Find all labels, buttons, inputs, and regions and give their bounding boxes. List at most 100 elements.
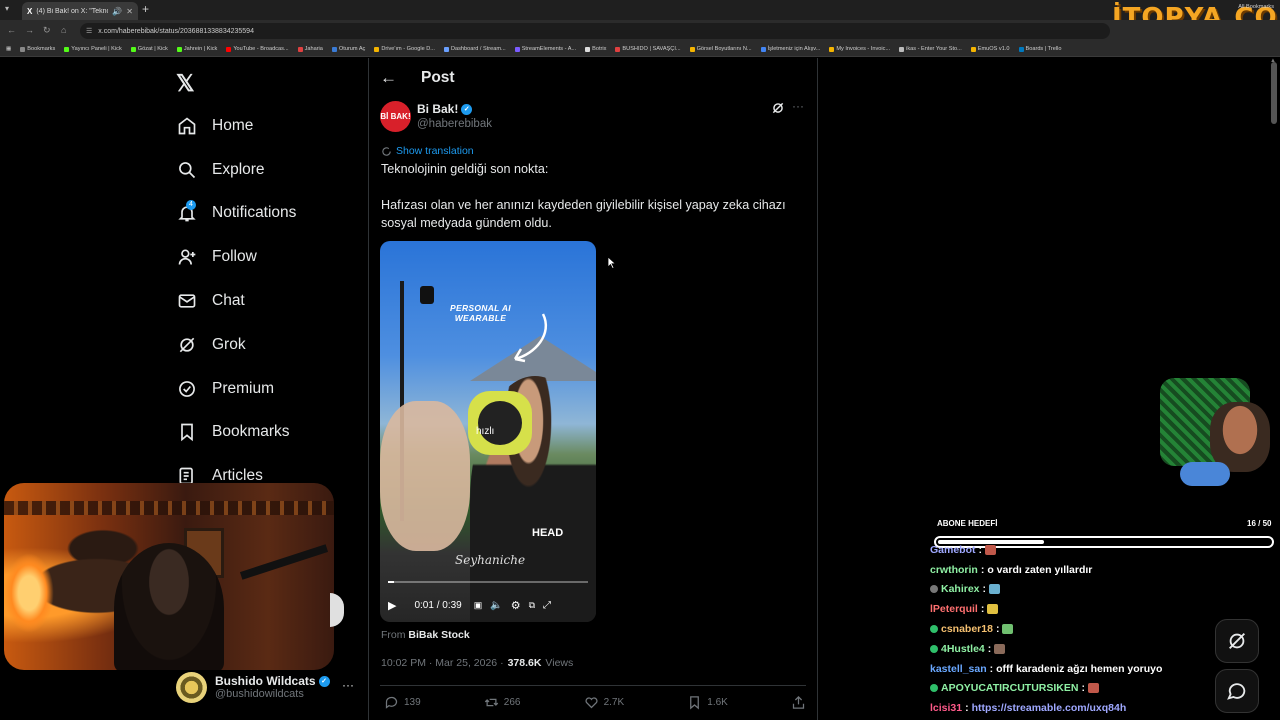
bookmark-label: Gözat | Kick	[137, 46, 168, 52]
bookmark-label: YouTube - Broadcas...	[233, 46, 289, 52]
page-scrollbar-thumb[interactable]	[1271, 62, 1277, 124]
nav-follow[interactable]: Follow	[176, 235, 296, 279]
like-button[interactable]: 2.7K	[584, 695, 624, 710]
back-arrow-icon[interactable]: ←	[380, 68, 397, 88]
bookmark-label: EmuOS v1.0	[977, 46, 1010, 52]
nav-grok[interactable]: Grok	[176, 323, 296, 367]
chat-username[interactable]: Kahirex	[941, 583, 980, 595]
bookmark-item[interactable]: Jaharia	[297, 46, 323, 52]
bookmark-item[interactable]: İşletmeniz için Alışv...	[760, 46, 820, 52]
from-source-link[interactable]: BiBak Stock	[408, 629, 469, 641]
bookmark-item[interactable]: Jahrein | Kick	[176, 46, 217, 52]
video-player[interactable]: PERSONAL AI WEARABLE hızlı HEAD Seyhanic…	[380, 241, 596, 622]
chat-username[interactable]: 4Hustle4	[941, 643, 985, 655]
author-name-row[interactable]: Bi Bak! ✓	[417, 102, 473, 116]
verified-icon	[176, 378, 198, 400]
close-tab-icon[interactable]: ✕	[126, 7, 133, 16]
bookmark-item[interactable]: Yayıncı Paneli | Kick	[64, 46, 122, 52]
messages-fab-button[interactable]	[1215, 669, 1259, 713]
play-icon[interactable]: ▶	[388, 599, 396, 612]
home-icon	[176, 115, 198, 137]
back-arrow-icon[interactable]: ←	[7, 25, 16, 35]
bookmark-label: Oturum Aç	[338, 46, 366, 52]
bookmark-item[interactable]: EmuOS v1.0	[970, 46, 1010, 52]
nav-label: Follow	[212, 248, 257, 266]
bookmark-favicon-icon	[176, 46, 182, 52]
bookmark-item[interactable]: Oturum Aç	[331, 46, 366, 52]
verified-badge-icon: ✓	[461, 103, 473, 115]
bookmark-item[interactable]: BUSHIDO | SAVAŞÇI...	[615, 46, 681, 52]
volume-icon[interactable]: 🔈	[490, 600, 502, 611]
bookmark-item[interactable]: Bookmarks	[20, 46, 55, 52]
more-icon[interactable]: ···	[792, 99, 804, 113]
nav-explore[interactable]: Explore	[176, 148, 296, 192]
chat-username[interactable]: csnaber18	[941, 623, 993, 635]
reload-icon[interactable]: ↻	[43, 25, 51, 36]
tab-search-chevron-icon[interactable]: ▾	[5, 4, 9, 13]
chat-link[interactable]: https://streamable.com/uxq84h	[972, 702, 1127, 714]
author-avatar[interactable]: Bİ BAK!	[380, 101, 411, 132]
all-bookmarks-link[interactable]: All Bookmarks	[1238, 4, 1274, 10]
bookmark-item[interactable]: YouTube - Broadcas...	[226, 46, 289, 52]
bookmark-item[interactable]: Boards | Trello	[1018, 46, 1061, 52]
nav-chat[interactable]: Chat	[176, 279, 296, 323]
bookmark-item[interactable]: ikas - Enter Your Sto...	[899, 46, 962, 52]
captions-icon[interactable]: ▣	[474, 600, 483, 611]
video-progress-bar[interactable]	[388, 581, 588, 583]
chat-username[interactable]: kastell_san	[930, 663, 987, 675]
post-timestamp[interactable]: 10:02 PM · Mar 25, 2026 ·	[381, 657, 504, 669]
bookmark-label: My Invoices - Invoic...	[836, 46, 891, 52]
bookmark-item[interactable]: Dashboard / Stream...	[443, 46, 506, 52]
bookmark-favicon-icon	[829, 46, 835, 52]
share-icon	[792, 695, 805, 709]
grok-icon[interactable]	[771, 101, 785, 120]
url-field[interactable]: ☰ x.com/haberebibak/status/2036881338834…	[80, 23, 1110, 39]
reply-button[interactable]: 139	[384, 695, 421, 710]
share-button[interactable]	[791, 695, 806, 710]
nav-home[interactable]: Home	[176, 104, 296, 148]
bookmark-favicon-icon	[585, 46, 591, 52]
nav-notifications[interactable]: 4 Notifications	[176, 192, 296, 236]
bookmark-item[interactable]: StreamElements - A...	[514, 46, 576, 52]
bookmark-item[interactable]: Görsel Boyutlarını N...	[689, 46, 752, 52]
repost-button[interactable]: 266	[484, 695, 520, 710]
author-handle[interactable]: @haberebibak	[417, 118, 492, 130]
home-browser-icon[interactable]: ⌂	[61, 25, 66, 35]
bookmark-item[interactable]: Gözat | Kick	[130, 46, 168, 52]
speaker-icon[interactable]: 🔊	[112, 7, 122, 16]
account-handle: @bushidowildcats	[215, 688, 304, 700]
x-logo-icon[interactable]: 𝕏	[176, 70, 195, 97]
bookmark-item[interactable]: My Invoices - Invoic...	[829, 46, 890, 52]
site-info-icon[interactable]: ☰	[86, 27, 92, 35]
bookmark-item[interactable]: Botrix	[585, 46, 606, 52]
chat-separator: :	[989, 662, 994, 675]
bookmark-favicon-icon	[226, 46, 232, 52]
bookmark-label: Bookmarks	[27, 46, 56, 52]
account-switcher[interactable]: Bushido Wildcats ✓ @bushidowildcats ···	[176, 670, 356, 704]
chat-username[interactable]: APOYUCATIRCUTURSIKEN	[941, 682, 1078, 694]
chat-username[interactable]: lPeterquil	[930, 603, 978, 615]
settings-gear-icon[interactable]: ⚙	[511, 599, 521, 612]
chat-username[interactable]: lcisi31	[930, 702, 962, 714]
chat-username[interactable]: crwthorin	[930, 564, 978, 576]
fullscreen-icon[interactable]: ⤢	[543, 600, 551, 611]
new-tab-button[interactable]: +	[142, 2, 149, 16]
chat-username[interactable]: Gamebot	[930, 544, 976, 556]
browser-tab-active[interactable]: X (4) Bi Bak! on X: "Teknoloji... 🔊 ✕	[22, 2, 138, 20]
bookmark-label: Görsel Boyutlarını N...	[696, 46, 752, 52]
apps-grid-icon[interactable]: ▦	[6, 46, 11, 52]
show-translation-link[interactable]: Show translation	[381, 145, 474, 157]
column-divider-left	[368, 58, 369, 720]
more-icon[interactable]: ···	[342, 678, 354, 692]
grok-fab-button[interactable]	[1215, 619, 1259, 663]
pip-icon[interactable]: ⧉	[529, 600, 535, 611]
post-header: ← Post	[380, 68, 455, 88]
bookmark-item[interactable]: Drive'ım - Google D...	[374, 46, 435, 52]
search-icon	[176, 159, 198, 181]
grok-icon	[1229, 633, 1245, 649]
nav-premium[interactable]: Premium	[176, 367, 296, 411]
bookmark-button[interactable]: 1.6K	[687, 695, 728, 710]
forward-arrow-icon[interactable]: →	[25, 25, 34, 35]
notification-count-badge: 4	[186, 199, 196, 210]
nav-bookmarks[interactable]: Bookmarks	[176, 411, 296, 455]
